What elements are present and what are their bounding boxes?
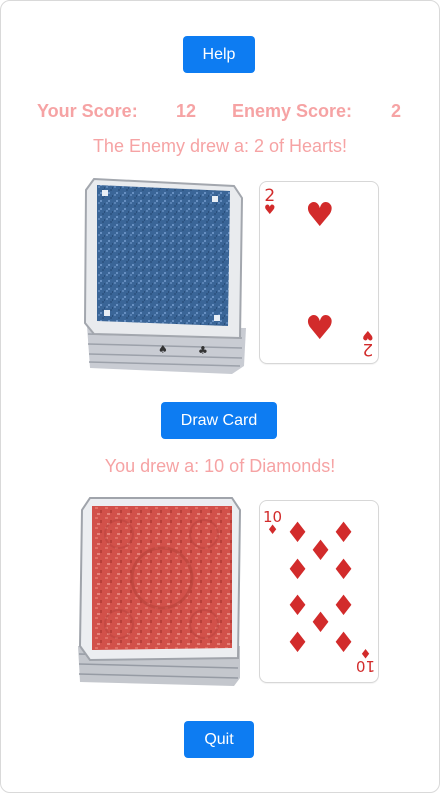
svg-text:♠: ♠	[158, 343, 168, 356]
card-corner-top: 2 ♥	[264, 188, 276, 218]
diamond-icon: ♦	[285, 589, 311, 622]
diamond-icon: ♦	[285, 626, 311, 659]
card-corner-top: 10 ♦	[263, 510, 282, 538]
card-corner-bottom: 10 ♦	[355, 645, 375, 675]
svg-text:♣: ♣	[198, 344, 208, 357]
diamond-icon: ♦	[308, 534, 334, 567]
enemy-deck: ♠ ♣	[83, 178, 246, 374]
diamond-icon: ♦	[285, 553, 311, 586]
draw-card-button[interactable]: Draw Card	[161, 402, 277, 439]
card-rank: 2	[362, 339, 374, 359]
enemy-score-value: 2	[391, 101, 402, 121]
your-score-value: 12	[176, 101, 197, 121]
heart-icon: ♥	[305, 308, 335, 347]
help-button[interactable]: Help	[183, 36, 255, 73]
card-corner-bottom: 2 ♥	[362, 327, 374, 359]
diamond-icon: ♦	[331, 553, 357, 586]
quit-button[interactable]: Quit	[184, 721, 254, 758]
enemy-draw-message: The Enemy drew a: 2 of Hearts!	[92, 136, 348, 156]
diamond-icon: ♦	[285, 516, 311, 549]
enemy-score-label: Enemy Score:	[232, 101, 353, 121]
heart-icon: ♥	[264, 203, 276, 218]
heart-icon: ♥	[362, 327, 374, 342]
diamond-icon: ♦	[331, 589, 357, 622]
player-card: 10 ♦ ♦ ♦ ♦ ♦ ♦ ♦ ♦ ♦ ♦ ♦ 10 ♦	[259, 500, 379, 683]
card-rank: 10	[355, 657, 375, 675]
enemy-card: 2 ♥ ♥ ♥ 2 ♥	[259, 181, 379, 364]
diamond-icon: ♦	[308, 606, 334, 639]
diamond-icon: ♦	[331, 626, 357, 659]
player-deck	[78, 497, 242, 686]
player-draw-message: You drew a: 10 of Diamonds!	[104, 456, 336, 476]
diamond-icon: ♦	[331, 516, 357, 549]
heart-icon: ♥	[305, 195, 335, 234]
your-score-label: Your Score:	[37, 101, 138, 121]
